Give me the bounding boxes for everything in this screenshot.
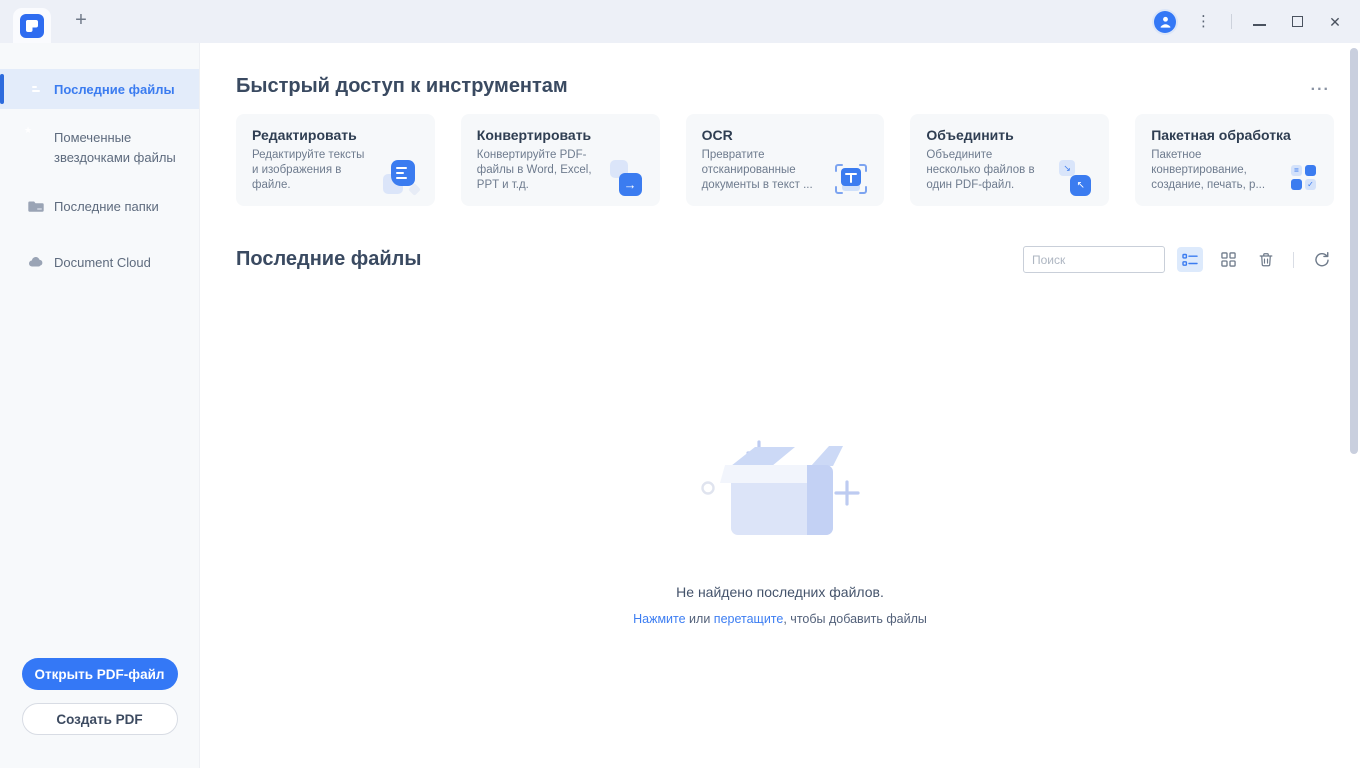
edit-document-icon [383, 160, 421, 198]
tool-card-merge[interactable]: Объединить Объедините несколько файлов в… [910, 114, 1109, 206]
close-icon: ✕ [1329, 15, 1341, 29]
logo-glyph [20, 14, 44, 38]
starred-file-icon: ★ [28, 130, 44, 146]
tool-card-title: OCR [702, 127, 869, 143]
batch-process-icon: = ✓ [1282, 160, 1320, 198]
sidebar-item-recent-folders[interactable]: Последние папки [0, 196, 199, 216]
ocr-scan-icon [832, 160, 870, 198]
list-view-icon [1182, 253, 1198, 267]
more-options-button[interactable]: ... [1307, 79, 1334, 93]
sidebar-item-recent-files[interactable]: Последние файлы [0, 69, 199, 109]
quick-access-cards: Редактировать Редактируйте тексты и изоб… [236, 114, 1334, 206]
tool-card-title: Конвертировать [477, 127, 644, 143]
sidebar-item-label: Помеченные звездочками файлы [54, 128, 176, 168]
vertical-scrollbar[interactable] [1350, 48, 1358, 454]
tool-card-edit[interactable]: Редактировать Редактируйте тексты и изоб… [236, 114, 435, 206]
tool-card-description: Пакетное конвертирование, создание, печа… [1151, 148, 1273, 193]
sidebar-item-label: Document Cloud [54, 255, 151, 270]
tools-separator [1293, 252, 1294, 268]
pdfelement-logo-icon [20, 14, 44, 38]
tool-card-description: Превратите отсканированные документы в т… [702, 148, 824, 193]
tool-card-description: Конвертируйте PDF-файлы в Word, Excel, P… [477, 148, 599, 193]
person-icon [1159, 15, 1172, 28]
merge-icon: ↘ ↖ [1057, 160, 1095, 198]
grid-view-icon [1221, 252, 1236, 267]
menu-kebab-button[interactable]: ⋮ [1192, 12, 1215, 31]
sidebar-item-label: Последние папки [54, 199, 159, 214]
tool-card-title: Пакетная обработка [1151, 127, 1318, 143]
folder-icon [28, 198, 44, 214]
hint-text: , чтобы добавить файлы [783, 612, 927, 626]
tool-card-description: Объедините несколько файлов в один PDF-ф… [926, 148, 1048, 193]
search-input[interactable] [1023, 246, 1165, 273]
refresh-button[interactable] [1308, 247, 1334, 272]
new-tab-button[interactable]: + [69, 10, 93, 34]
recent-files-title: Последние файлы [236, 248, 421, 271]
maximize-icon [1292, 16, 1303, 27]
delete-button[interactable] [1253, 247, 1279, 272]
minimize-icon [1253, 24, 1266, 26]
click-to-add-link[interactable]: Нажмите [633, 612, 685, 626]
trash-icon [1258, 252, 1274, 268]
quick-access-title: Быстрый доступ к инструментам [236, 75, 568, 98]
tool-card-batch[interactable]: Пакетная обработка Пакетное конвертирова… [1135, 114, 1334, 206]
main-panel: Быстрый доступ к инструментам ... Редакт… [200, 43, 1360, 768]
tool-card-ocr[interactable]: OCR Превратите отсканированные документы… [686, 114, 885, 206]
drag-to-add-link[interactable]: перетащите [714, 612, 784, 626]
sidebar-item-label: Последние файлы [54, 82, 175, 97]
maximize-button[interactable] [1286, 11, 1308, 33]
account-avatar[interactable] [1154, 11, 1176, 33]
tool-card-convert[interactable]: Конвертировать Конвертируйте PDF-файлы в… [461, 114, 660, 206]
empty-message: Не найдено последних файлов. [200, 584, 1360, 600]
refresh-icon [1313, 251, 1330, 268]
tool-card-title: Редактировать [252, 127, 419, 143]
close-button[interactable]: ✕ [1324, 11, 1346, 33]
sidebar-item-document-cloud[interactable]: Document Cloud [0, 252, 199, 272]
titlebar: + ⋮ ✕ [0, 0, 1360, 43]
open-pdf-button[interactable]: Открыть PDF-файл [22, 658, 178, 690]
tool-card-title: Объединить [926, 127, 1093, 143]
cloud-icon [28, 254, 44, 270]
empty-state: Не найдено последних файлов. Нажмите или… [200, 435, 1360, 626]
grid-view-button[interactable] [1215, 247, 1241, 272]
convert-icon: → [608, 160, 646, 198]
recent-files-icon [28, 81, 44, 97]
minimize-button[interactable] [1248, 11, 1270, 33]
tool-card-description: Редактируйте тексты и изображения в файл… [252, 148, 374, 193]
sidebar: Последние файлы ★ Помеченные звездочками… [0, 43, 200, 768]
list-view-button[interactable] [1177, 247, 1203, 272]
empty-hint: Нажмите или перетащите, чтобы добавить ф… [200, 612, 1360, 626]
titlebar-separator [1231, 14, 1232, 29]
sidebar-item-starred-files[interactable]: ★ Помеченные звездочками файлы [0, 128, 199, 168]
create-pdf-button[interactable]: Создать PDF [22, 703, 178, 735]
app-tab[interactable] [13, 8, 51, 43]
hint-text: или [686, 612, 714, 626]
empty-box-illustration [695, 435, 865, 552]
